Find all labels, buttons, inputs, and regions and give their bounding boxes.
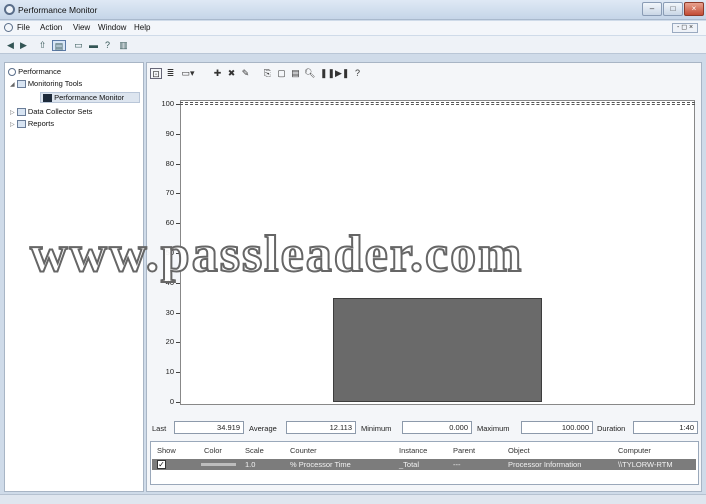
tree-item-reports[interactable]: ▷ Reports xyxy=(10,119,55,129)
y-tick-mark xyxy=(176,193,180,195)
y-tick-mark xyxy=(176,402,180,403)
average-label: Average xyxy=(249,424,277,433)
color-swatch xyxy=(201,463,236,466)
duration-label: Duration xyxy=(597,424,626,433)
tree-item-label: Data Collector Sets xyxy=(27,107,93,116)
chart-bar xyxy=(333,297,542,402)
y-tick-mark xyxy=(176,312,180,314)
average-value: 12.113 xyxy=(286,421,356,434)
tree-item-label: Performance xyxy=(18,67,62,76)
up-folder-icon[interactable]: ⇧ xyxy=(37,40,48,51)
y-tick-label: 80 xyxy=(165,158,174,168)
column-header-instance[interactable]: Instance xyxy=(399,446,427,455)
last-label: Last xyxy=(152,424,167,433)
status-bar xyxy=(0,494,706,504)
tree-item-data-collector-sets[interactable]: ▷ Data Collector Sets xyxy=(10,107,93,117)
help-icon[interactable]: ? xyxy=(352,68,363,79)
minimum-value: 0.000 xyxy=(402,421,472,434)
computer-cell: \\TYLORW-RTM xyxy=(618,460,673,469)
data-collector-sets-icon xyxy=(16,108,26,117)
counter-cell: % Processor Time xyxy=(290,460,351,469)
update-data-icon[interactable]: ▶❚ xyxy=(335,68,349,79)
y-tick-label: 10 xyxy=(165,367,174,377)
watermark: www.passleader.com xyxy=(29,225,524,284)
menu-view[interactable]: View xyxy=(73,23,90,32)
column-header-show[interactable]: Show xyxy=(157,446,176,455)
y-tick-mark xyxy=(176,104,180,105)
freeze-display-icon[interactable]: ❚❚ xyxy=(320,68,335,79)
show-checkbox[interactable]: ✓ xyxy=(157,460,166,469)
show-hide-action-pane-icon[interactable]: ▥ xyxy=(118,40,129,51)
column-header-computer[interactable]: Computer xyxy=(618,446,651,455)
system-menu-icon[interactable] xyxy=(4,23,13,32)
minimum-label: Minimum xyxy=(361,424,392,433)
tree-item-label: Monitoring Tools xyxy=(27,79,83,88)
tree-item-label: Performance Monitor xyxy=(54,93,125,102)
title-bar xyxy=(0,0,706,20)
y-tick-label: 20 xyxy=(165,337,174,347)
close-button[interactable]: × xyxy=(684,2,704,16)
column-header-object[interactable]: Object xyxy=(508,446,530,455)
graph-top-border xyxy=(180,102,695,105)
maximum-value: 100.000 xyxy=(521,421,593,434)
column-header-color[interactable]: Color xyxy=(204,446,222,455)
instance-cell: _Total xyxy=(399,460,420,469)
collapsed-arrow-icon[interactable]: ▷ xyxy=(10,110,15,116)
object-cell: Processor Information xyxy=(508,460,582,469)
menu-window[interactable]: Window xyxy=(98,23,126,32)
last-value: 34.919 xyxy=(174,421,244,434)
performance-monitor-icon xyxy=(4,4,15,15)
delete-counter-icon[interactable]: ✖ xyxy=(226,68,237,79)
performance-icon xyxy=(8,68,16,77)
properties-icon[interactable]: ▭ xyxy=(73,40,84,51)
mdi-window-controls[interactable]: - ◻ × xyxy=(672,23,698,33)
menu-file[interactable]: File xyxy=(17,23,30,32)
forward-icon[interactable]: ▶ xyxy=(18,40,29,51)
scale-cell: 1.0 xyxy=(245,460,256,469)
copy-properties-icon[interactable]: ⎘ xyxy=(262,68,273,79)
collapsed-arrow-icon[interactable]: ▷ xyxy=(10,122,15,128)
maximize-button[interactable]: □ xyxy=(663,2,683,16)
y-tick-label: 30 xyxy=(165,307,174,317)
tree-item-performance-monitor[interactable]: Performance Monitor xyxy=(40,92,140,104)
properties-icon[interactable]: ▤ xyxy=(290,68,301,79)
view-log-data-icon[interactable]: ≣ xyxy=(165,68,176,79)
view-current-activity-icon[interactable]: ⊡ xyxy=(150,68,162,79)
highlight-icon[interactable]: ✎ xyxy=(240,68,251,79)
add-counter-icon[interactable]: ✚ xyxy=(212,68,223,79)
monitoring-tools-icon xyxy=(16,80,26,89)
y-tick-label: 90 xyxy=(165,128,174,138)
tree-item-performance[interactable]: Performance xyxy=(8,67,62,77)
maximum-label: Maximum xyxy=(477,424,510,433)
y-tick-label: 70 xyxy=(165,188,174,198)
menu-action[interactable]: Action xyxy=(40,23,62,32)
reports-icon xyxy=(16,120,26,129)
duration-value: 1:40 xyxy=(633,421,698,434)
y-tick-mark xyxy=(176,163,180,165)
export-list-icon[interactable]: ▬ xyxy=(88,40,99,51)
minimize-button[interactable]: – xyxy=(642,2,662,16)
show-hide-tree-icon[interactable]: ▤ xyxy=(52,40,66,51)
back-icon[interactable]: ◀ xyxy=(5,40,16,51)
y-tick-label: 0 xyxy=(169,397,174,406)
menu-help[interactable]: Help xyxy=(134,23,150,32)
tree-item-label: Reports xyxy=(27,119,55,128)
change-graph-type-icon[interactable]: ▭▾ xyxy=(180,68,196,79)
zoom-icon[interactable]: 🔍︎ xyxy=(304,68,315,79)
window-title: Performance Monitor xyxy=(18,5,98,15)
column-header-parent[interactable]: Parent xyxy=(453,446,475,455)
y-tick-mark xyxy=(176,133,180,135)
help-icon[interactable]: ? xyxy=(102,40,113,51)
y-tick-mark xyxy=(176,342,180,344)
y-tick-label: 100 xyxy=(161,99,174,108)
y-tick-mark xyxy=(176,372,180,374)
parent-cell: --- xyxy=(453,460,461,469)
expanded-arrow-icon[interactable]: ◢ xyxy=(10,82,15,88)
column-header-scale[interactable]: Scale xyxy=(245,446,264,455)
paste-counter-list-icon[interactable]: ▢ xyxy=(276,68,287,79)
tree-item-monitoring-tools[interactable]: ◢ Monitoring Tools xyxy=(10,79,83,89)
column-header-counter[interactable]: Counter xyxy=(290,446,317,455)
performance-monitor-node-icon xyxy=(43,94,52,103)
